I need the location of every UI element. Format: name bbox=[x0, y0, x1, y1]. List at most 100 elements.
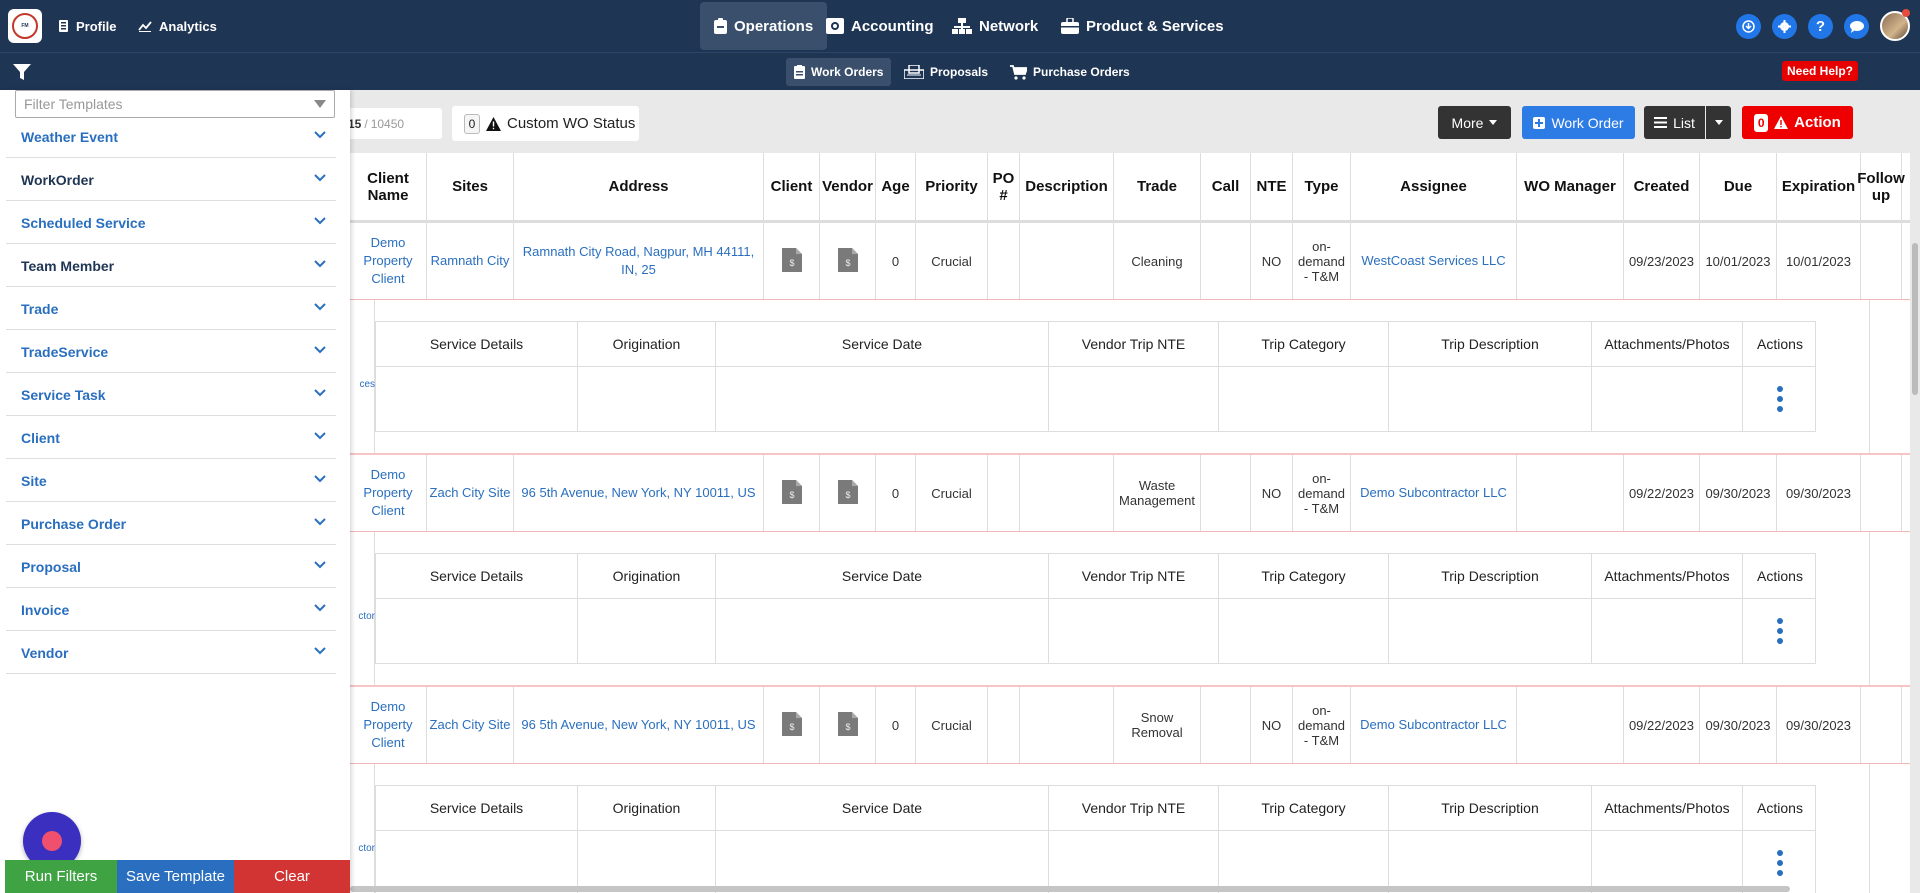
trip-actions-cell[interactable] bbox=[1743, 831, 1817, 893]
table-row[interactable]: Demo Property Client Zach City Site 96 5th… bbox=[350, 455, 1910, 532]
trip-cell bbox=[1389, 831, 1592, 893]
filter-item-tradeservice[interactable]: TradeService bbox=[6, 332, 336, 373]
col-description[interactable]: Description bbox=[1020, 153, 1114, 220]
more-dropdown-button[interactable]: More bbox=[1438, 106, 1511, 139]
filter-templates-select[interactable]: Filter Templates bbox=[15, 90, 335, 118]
svg-text:$: $ bbox=[789, 258, 794, 268]
company-logo[interactable]: FM bbox=[8, 9, 42, 43]
cell-vendor-doc[interactable]: $ bbox=[820, 687, 876, 763]
cell-client-name[interactable]: Demo Property Client bbox=[350, 455, 427, 531]
horizontal-scrollbar[interactable] bbox=[350, 886, 1790, 892]
cell-client-name[interactable]: Demo Property Client bbox=[350, 223, 427, 299]
truncated-assignee-link[interactable]: ces bbox=[350, 379, 375, 390]
cell-vendor-doc[interactable]: $ bbox=[820, 223, 876, 299]
filter-item-workorder[interactable]: WorkOrder bbox=[6, 160, 336, 201]
col-age[interactable]: Age bbox=[876, 153, 916, 220]
cell-client-doc[interactable]: $ bbox=[764, 687, 820, 763]
vertical-scrollbar[interactable] bbox=[1912, 243, 1918, 395]
trips-col-service-details: Service Details bbox=[376, 786, 578, 830]
add-work-order-button[interactable]: Work Order bbox=[1522, 106, 1635, 139]
cell-address[interactable]: Ramnath City Road, Nagpur, MH 44111, IN,… bbox=[514, 223, 764, 299]
col-address[interactable]: Address bbox=[514, 153, 764, 220]
trip-cell bbox=[578, 367, 716, 431]
table-row[interactable]: Demo Property Client Ramnath City Ramnath … bbox=[350, 223, 1910, 300]
trip-actions-cell[interactable] bbox=[1743, 367, 1817, 431]
cell-address[interactable]: 96 5th Avenue, New York, NY 10011, US bbox=[514, 455, 764, 531]
col-vendor[interactable]: Vendor bbox=[820, 153, 876, 220]
trips-col-trip-description: Trip Description bbox=[1389, 554, 1592, 598]
col-sites[interactable]: Sites bbox=[427, 153, 514, 220]
filter-item-client[interactable]: Client bbox=[6, 418, 336, 459]
filter-item-service-task[interactable]: Service Task bbox=[6, 375, 336, 416]
nav-operations[interactable]: Operations bbox=[700, 2, 828, 50]
need-help-button[interactable]: Need Help? bbox=[1782, 61, 1859, 81]
cell-site[interactable]: Ramnath City bbox=[427, 223, 514, 299]
tab-work-orders[interactable]: Work Orders bbox=[786, 58, 892, 86]
col-due[interactable]: Due bbox=[1700, 153, 1777, 220]
filter-item-vendor[interactable]: Vendor bbox=[6, 633, 336, 674]
download-app-button[interactable] bbox=[1736, 14, 1761, 39]
cell-client-doc[interactable]: $ bbox=[764, 223, 820, 299]
col-priority[interactable]: Priority bbox=[916, 153, 988, 220]
tab-purchase-orders[interactable]: Purchase Orders bbox=[1002, 58, 1138, 86]
col-po[interactable]: PO # bbox=[988, 153, 1020, 220]
filter-item-site[interactable]: Site bbox=[6, 461, 336, 502]
col-type[interactable]: Type bbox=[1293, 153, 1351, 220]
col-nte[interactable]: NTE bbox=[1251, 153, 1293, 220]
col-client[interactable]: Client bbox=[764, 153, 820, 220]
filter-item-weather-event[interactable]: Weather Event bbox=[6, 117, 336, 158]
filter-item-label: Site bbox=[21, 473, 47, 489]
run-filters-button[interactable]: Run Filters bbox=[5, 860, 117, 893]
nav-network[interactable]: Network bbox=[952, 0, 1038, 52]
cell-address[interactable]: 96 5th Avenue, New York, NY 10011, US bbox=[514, 687, 764, 763]
trip-actions-cell[interactable] bbox=[1743, 599, 1817, 663]
col-assignee[interactable]: Assignee bbox=[1351, 153, 1517, 220]
cell-assignee[interactable]: WestCoast Services LLC bbox=[1351, 223, 1517, 299]
kebab-menu-icon[interactable] bbox=[1777, 618, 1783, 644]
truncated-assignee-link[interactable]: ctor bbox=[350, 843, 375, 854]
filter-item-invoice[interactable]: Invoice bbox=[6, 590, 336, 631]
table-row[interactable]: Demo Property Client Zach City Site 96 5th… bbox=[350, 687, 1910, 764]
filter-item-scheduled-service[interactable]: Scheduled Service bbox=[6, 203, 336, 244]
save-template-button[interactable]: Save Template bbox=[117, 860, 234, 893]
col-wo-manager[interactable]: WO Manager bbox=[1517, 153, 1624, 220]
kebab-menu-icon[interactable] bbox=[1777, 386, 1783, 412]
cell-client-doc[interactable]: $ bbox=[764, 455, 820, 531]
action-label: Action bbox=[1794, 114, 1841, 131]
view-dropdown-button[interactable] bbox=[1706, 106, 1731, 139]
cell-client-name[interactable]: Demo Property Client bbox=[350, 687, 427, 763]
cell-assignee[interactable]: Demo Subcontractor LLC bbox=[1351, 687, 1517, 763]
nav-products[interactable]: Product & Services bbox=[1061, 0, 1224, 52]
custom-wo-status-button[interactable]: 0 Custom WO Status bbox=[452, 106, 639, 141]
col-created[interactable]: Created bbox=[1624, 153, 1700, 220]
col-call[interactable]: Call bbox=[1201, 153, 1251, 220]
cell-assignee[interactable]: Demo Subcontractor LLC bbox=[1351, 455, 1517, 531]
action-button[interactable]: 0 Action bbox=[1742, 106, 1853, 139]
kebab-menu-icon[interactable] bbox=[1777, 850, 1783, 876]
col-trade[interactable]: Trade bbox=[1114, 153, 1201, 220]
clear-filters-button[interactable]: Clear bbox=[234, 860, 350, 893]
col-expiration[interactable]: Expiration bbox=[1777, 153, 1861, 220]
col-client-name[interactable]: Client Name bbox=[350, 153, 427, 220]
filter-item-trade[interactable]: Trade bbox=[6, 289, 336, 330]
cart-icon bbox=[1010, 64, 1027, 80]
filter-item-purchase-order[interactable]: Purchase Order bbox=[6, 504, 336, 545]
trip-cell bbox=[1049, 831, 1219, 893]
nav-analytics[interactable]: Analytics bbox=[138, 0, 217, 52]
cell-site[interactable]: Zach City Site bbox=[427, 455, 514, 531]
truncated-assignee-link[interactable]: ctor bbox=[350, 611, 375, 622]
trips-col-service-date: Service Date bbox=[716, 786, 1049, 830]
list-view-button[interactable]: List bbox=[1644, 106, 1705, 139]
nav-accounting[interactable]: Accounting bbox=[826, 0, 934, 52]
settings-button[interactable] bbox=[1772, 14, 1797, 39]
chat-button[interactable] bbox=[1844, 14, 1869, 39]
cell-site[interactable]: Zach City Site bbox=[427, 687, 514, 763]
cell-vendor-doc[interactable]: $ bbox=[820, 455, 876, 531]
nav-profile[interactable]: Profile bbox=[58, 0, 116, 52]
filter-item-team-member[interactable]: Team Member bbox=[6, 246, 336, 287]
help-button[interactable]: ? bbox=[1808, 14, 1833, 39]
tab-proposals[interactable]: Proposals bbox=[896, 58, 996, 86]
filter-icon[interactable] bbox=[12, 62, 32, 82]
filter-item-proposal[interactable]: Proposal bbox=[6, 547, 336, 588]
col-follow-up[interactable]: Follow up bbox=[1857, 153, 1905, 220]
